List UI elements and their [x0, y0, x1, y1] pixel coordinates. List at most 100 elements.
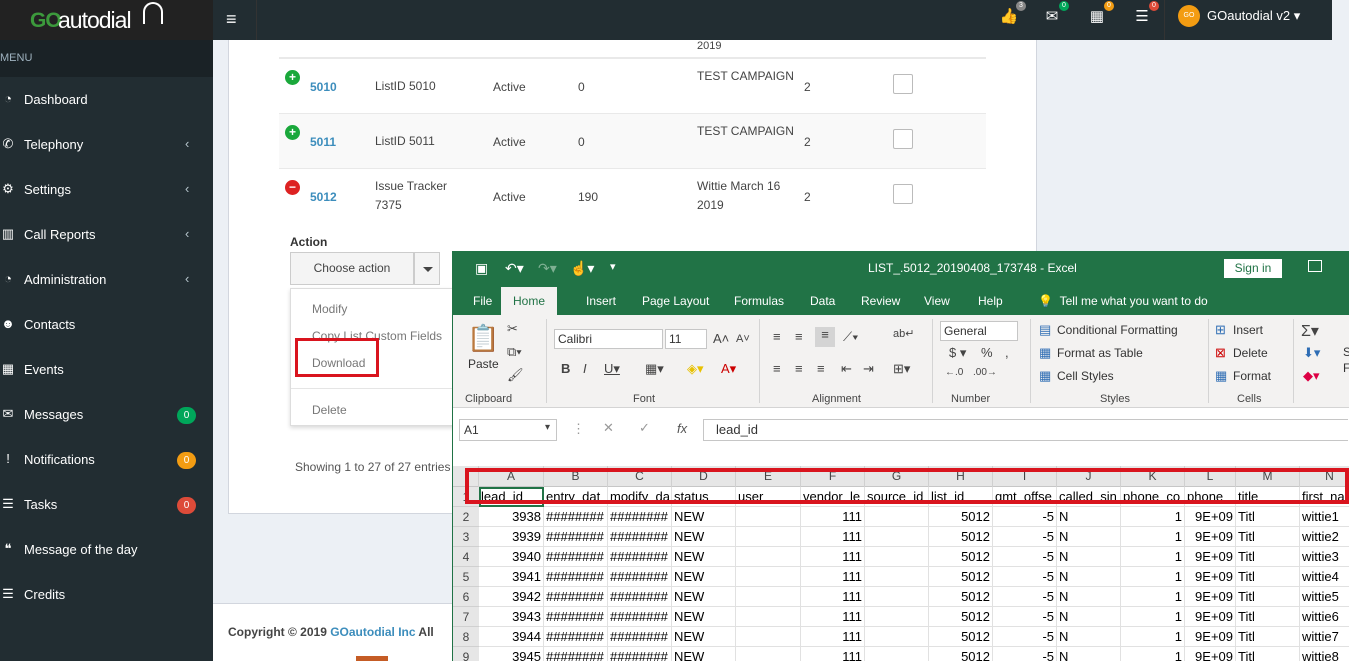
- italic-icon[interactable]: I: [583, 361, 587, 376]
- grid-cell[interactable]: ########: [608, 647, 672, 661]
- comma-icon[interactable]: ,: [1005, 345, 1009, 360]
- grid-cell[interactable]: wittie1: [1300, 507, 1349, 527]
- grid-cell[interactable]: N: [1057, 567, 1121, 587]
- clear-icon[interactable]: ◆▾: [1303, 368, 1320, 384]
- grid-cell[interactable]: -5: [993, 527, 1057, 547]
- font-color-icon[interactable]: A▾: [721, 361, 736, 377]
- grid-cell[interactable]: -5: [993, 567, 1057, 587]
- paste-icon[interactable]: 📋: [467, 323, 499, 354]
- sidebar-item-tasks[interactable]: ☰ Tasks 0: [0, 482, 213, 527]
- format-cells-icon[interactable]: ▦: [1215, 368, 1227, 384]
- row-checkbox[interactable]: [893, 184, 913, 204]
- ribbon-display-options-icon[interactable]: [1308, 260, 1322, 272]
- grid-cell[interactable]: [865, 507, 929, 527]
- grid-cell[interactable]: [736, 607, 801, 627]
- grid-cell[interactable]: 111: [801, 627, 865, 647]
- grid-cell[interactable]: ########: [544, 567, 608, 587]
- grid-cell[interactable]: -5: [993, 587, 1057, 607]
- copy-icon[interactable]: ⧉▾: [507, 344, 522, 360]
- grid-cell[interactable]: [736, 567, 801, 587]
- increase-decimal-icon[interactable]: ←.0: [945, 367, 963, 378]
- grid-cell[interactable]: ########: [608, 607, 672, 627]
- increase-indent-icon[interactable]: ⇥: [863, 361, 874, 377]
- grid-cell[interactable]: 5012: [929, 567, 993, 587]
- expand-icon[interactable]: +: [285, 125, 300, 140]
- grid-cell[interactable]: [865, 647, 929, 661]
- redo-icon[interactable]: ↷▾: [538, 260, 557, 277]
- grid-cell[interactable]: NEW: [672, 507, 736, 527]
- sidebar-item-notifications[interactable]: ! Notifications 0: [0, 437, 213, 482]
- grid-cell[interactable]: Titl: [1236, 527, 1300, 547]
- grid-cell[interactable]: 111: [801, 567, 865, 587]
- grid-cell[interactable]: ########: [544, 547, 608, 567]
- grid-cell[interactable]: N: [1057, 507, 1121, 527]
- grid-cell[interactable]: 5012: [929, 547, 993, 567]
- fill-icon[interactable]: ⬇▾: [1303, 345, 1320, 361]
- fill-color-icon[interactable]: ◈▾: [687, 361, 704, 377]
- grid-cell[interactable]: NEW: [672, 607, 736, 627]
- grid-cell[interactable]: 5012: [929, 647, 993, 661]
- name-box[interactable]: A1: [459, 419, 557, 441]
- grid-cell[interactable]: [736, 587, 801, 607]
- insert-cells-icon[interactable]: ⊞: [1215, 322, 1226, 338]
- grid-cell[interactable]: 5012: [929, 627, 993, 647]
- grid-cell[interactable]: 1: [1121, 527, 1185, 547]
- top-align-icon[interactable]: ≡: [773, 329, 781, 344]
- paste-label[interactable]: Paste: [468, 357, 499, 371]
- enter-icon[interactable]: ✓: [639, 420, 650, 436]
- grid-cell[interactable]: N: [1057, 627, 1121, 647]
- align-right-icon[interactable]: ≡: [817, 361, 825, 376]
- row-header-7[interactable]: 7: [453, 607, 479, 627]
- tab-file[interactable]: File: [473, 287, 492, 315]
- orientation-icon[interactable]: ⟋▾: [843, 329, 858, 345]
- format-painter-icon[interactable]: 🖌: [507, 367, 524, 383]
- cell-styles-button[interactable]: Cell Styles: [1057, 369, 1114, 383]
- grid-cell[interactable]: 5012: [929, 607, 993, 627]
- grid-cell[interactable]: 3941: [479, 567, 544, 587]
- grid-cell[interactable]: wittie6: [1300, 607, 1349, 627]
- tell-me-box[interactable]: Tell me what you want to do: [1060, 294, 1208, 308]
- grid-cell[interactable]: wittie7: [1300, 627, 1349, 647]
- grid-cell[interactable]: 9E+09: [1185, 547, 1236, 567]
- grid-cell[interactable]: 111: [801, 507, 865, 527]
- row-header-8[interactable]: 8: [453, 627, 479, 647]
- grid-cell[interactable]: wittie5: [1300, 587, 1349, 607]
- underline-icon[interactable]: U▾: [604, 361, 620, 377]
- grid-cell[interactable]: 1: [1121, 567, 1185, 587]
- tab-home[interactable]: Home: [501, 287, 558, 315]
- grid-cell[interactable]: 9E+09: [1185, 507, 1236, 527]
- decrease-font-icon[interactable]: A˅: [736, 333, 750, 345]
- tab-page-layout[interactable]: Page Layout: [642, 287, 709, 315]
- grid-cell[interactable]: 5012: [929, 587, 993, 607]
- envelope-menu[interactable]: ✉ 0: [1041, 1, 1069, 28]
- insert-function-icon[interactable]: fx: [677, 421, 687, 436]
- increase-font-icon[interactable]: A˄: [713, 331, 729, 346]
- sign-in-button[interactable]: Sign in: [1224, 259, 1282, 278]
- company-link[interactable]: GOautodial Inc: [330, 625, 415, 639]
- grid-cell[interactable]: 3938: [479, 507, 544, 527]
- grid-cell[interactable]: N: [1057, 527, 1121, 547]
- row-checkbox[interactable]: [893, 129, 913, 149]
- undo-icon[interactable]: ↶▾: [505, 260, 524, 277]
- sidebar-item-message-of-the-day[interactable]: ❝ Message of the day: [0, 527, 213, 572]
- grid-cell[interactable]: [865, 587, 929, 607]
- sidebar-item-messages[interactable]: ✉ Messages 0: [0, 392, 213, 437]
- grid-cell[interactable]: NEW: [672, 647, 736, 661]
- grid-cell[interactable]: 3942: [479, 587, 544, 607]
- action-caret-button[interactable]: [414, 252, 440, 285]
- number-format-select[interactable]: General: [940, 321, 1018, 341]
- sidebar-item-administration[interactable]: ◔ Administration ‹: [0, 257, 213, 302]
- grid-cell[interactable]: 111: [801, 607, 865, 627]
- cut-icon[interactable]: ✂: [507, 321, 518, 337]
- borders-icon[interactable]: ▦▾: [645, 361, 664, 377]
- row-header-2[interactable]: 2: [453, 507, 479, 527]
- grid-cell[interactable]: [865, 607, 929, 627]
- grid-cell[interactable]: Titl: [1236, 647, 1300, 661]
- grid-cell[interactable]: 5012: [929, 527, 993, 547]
- grid-cell[interactable]: 111: [801, 547, 865, 567]
- grid-cell[interactable]: -5: [993, 627, 1057, 647]
- grid-cell[interactable]: NEW: [672, 587, 736, 607]
- sidebar-item-call-reports[interactable]: ▥ Call Reports ‹: [0, 212, 213, 257]
- sidebar-item-settings[interactable]: ⚙ Settings ‹: [0, 167, 213, 212]
- grid-cell[interactable]: 5012: [929, 507, 993, 527]
